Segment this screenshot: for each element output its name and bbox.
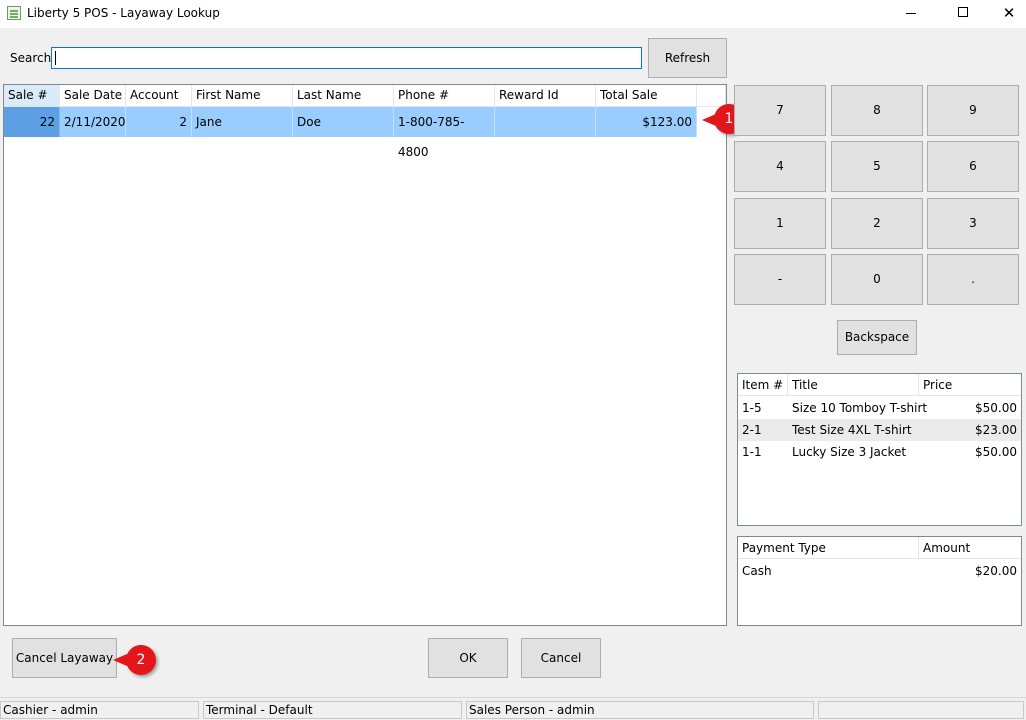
keypad-key-7[interactable]: 7: [734, 85, 826, 136]
keypad-key-4[interactable]: 4: [734, 141, 826, 192]
column-header-sale-no[interactable]: Sale #: [4, 85, 60, 107]
list-item[interactable]: 1-5 Size 10 Tomboy T-shirt $50.00: [738, 397, 1021, 419]
app-icon: [7, 6, 21, 20]
payment-amount: $20.00: [975, 564, 1017, 578]
ok-button[interactable]: OK: [428, 638, 508, 678]
layaway-grid[interactable]: Sale # Sale Date Account # First Name La…: [3, 84, 727, 626]
search-label: Search: [10, 51, 52, 65]
search-input[interactable]: [51, 47, 642, 69]
window-title: Liberty 5 POS - Layaway Lookup: [27, 6, 220, 20]
keypad-key-minus[interactable]: -: [734, 254, 826, 305]
item-price: $50.00: [975, 445, 1017, 459]
keypad-key-decimal[interactable]: .: [927, 254, 1019, 305]
grid-header: Sale # Sale Date Account # First Name La…: [4, 85, 726, 123]
column-header-last-name[interactable]: Last Name: [293, 85, 394, 107]
keypad-key-6[interactable]: 6: [927, 141, 1019, 192]
status-terminal: Terminal - Default: [203, 701, 462, 719]
column-header-first-name[interactable]: First Name: [192, 85, 293, 107]
refresh-button[interactable]: Refresh: [648, 38, 727, 78]
column-header-amount[interactable]: Amount: [919, 537, 1021, 559]
list-item[interactable]: Cash $20.00: [738, 560, 1021, 582]
item-number: 2-1: [742, 423, 762, 437]
keypad-key-5[interactable]: 5: [831, 141, 923, 192]
item-title: Test Size 4XL T-shirt: [792, 423, 912, 437]
callout-arrow-2: [113, 654, 127, 666]
column-header-reward-id[interactable]: Reward Id: [495, 85, 596, 107]
cell-reward-id[interactable]: [495, 107, 596, 137]
keypad-key-9[interactable]: 9: [927, 85, 1019, 136]
keypad-key-8[interactable]: 8: [831, 85, 923, 136]
column-header-sale-date[interactable]: Sale Date: [60, 85, 126, 107]
item-number: 1-5: [742, 401, 762, 415]
column-header-title[interactable]: Title: [788, 374, 919, 396]
status-extra: [818, 701, 1024, 719]
cell-phone[interactable]: 1-800-785-4800: [394, 107, 495, 159]
list-item[interactable]: 1-1 Lucky Size 3 Jacket $50.00: [738, 441, 1021, 463]
status-sales-person: Sales Person - admin: [466, 701, 814, 719]
column-header-item-no[interactable]: Item #: [738, 374, 788, 396]
title-bar: Liberty 5 POS - Layaway Lookup ✕: [0, 0, 1026, 28]
backspace-button[interactable]: Backspace: [837, 320, 917, 355]
column-header-total-sale[interactable]: Total Sale: [596, 85, 697, 107]
table-row[interactable]: 22 2/11/2020 2 Jane Doe 1-800-785-4800 $…: [4, 107, 697, 159]
keypad-key-2[interactable]: 2: [831, 198, 923, 249]
status-cashier: Cashier - admin: [0, 701, 199, 719]
payments-list[interactable]: Payment Type Amount Cash $20.00: [737, 536, 1022, 626]
cancel-button[interactable]: Cancel: [521, 638, 601, 678]
status-bar: Cashier - admin Terminal - Default Sales…: [0, 697, 1026, 720]
cell-first-name[interactable]: Jane: [192, 107, 293, 137]
minimize-button[interactable]: [888, 0, 934, 28]
item-price: $23.00: [975, 423, 1017, 437]
items-list[interactable]: Item # Title Price 1-5 Size 10 Tomboy T-…: [737, 373, 1022, 526]
text-caret: [55, 51, 56, 65]
keypad-key-3[interactable]: 3: [927, 198, 1019, 249]
close-icon: ✕: [1002, 4, 1016, 22]
cell-account-no[interactable]: 2: [126, 107, 192, 137]
item-price: $50.00: [975, 401, 1017, 415]
item-number: 1-1: [742, 445, 762, 459]
cell-total-sale[interactable]: $123.00: [596, 107, 697, 137]
item-title: Size 10 Tomboy T-shirt: [792, 401, 928, 415]
item-title: Lucky Size 3 Jacket: [792, 445, 907, 459]
column-header-phone[interactable]: Phone #: [394, 85, 495, 107]
column-header-filler: [697, 85, 726, 107]
callout-badge-2: 2: [126, 645, 156, 675]
cell-sale-no[interactable]: 22: [4, 107, 60, 137]
cell-sale-date[interactable]: 2/11/2020: [60, 107, 126, 137]
column-header-payment-type[interactable]: Payment Type: [738, 537, 919, 559]
keypad-key-0[interactable]: 0: [831, 254, 923, 305]
column-header-account-no[interactable]: Account #: [126, 85, 192, 123]
minimize-icon: [906, 13, 916, 14]
column-header-price[interactable]: Price: [919, 374, 1021, 396]
maximize-icon: [958, 7, 968, 17]
cancel-layaway-button[interactable]: Cancel Layaway: [12, 638, 117, 678]
keypad-key-1[interactable]: 1: [734, 198, 826, 249]
maximize-button[interactable]: [940, 0, 986, 28]
close-button[interactable]: ✕: [986, 0, 1026, 28]
cell-last-name[interactable]: Doe: [293, 107, 394, 137]
list-item[interactable]: 2-1 Test Size 4XL T-shirt $23.00: [738, 419, 1021, 441]
payment-type: Cash: [742, 564, 772, 578]
